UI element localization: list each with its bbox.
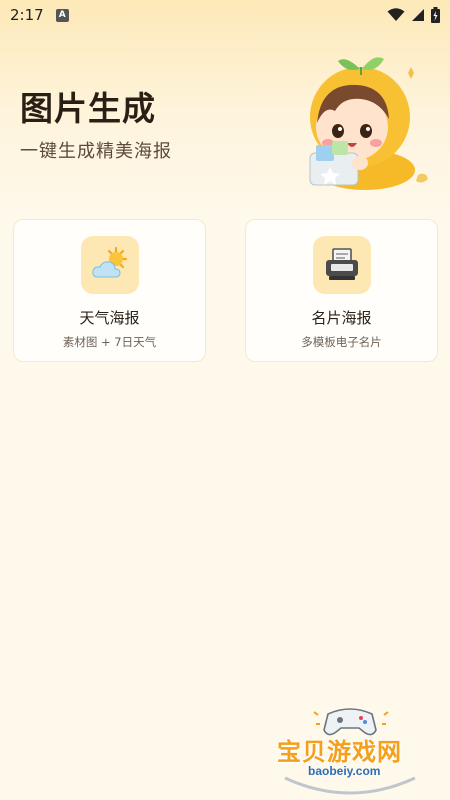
business-card-icon-box bbox=[313, 236, 371, 294]
hero-banner: 图片生成 一键生成精美海报 bbox=[0, 0, 450, 208]
status-bar: 2:17 A bbox=[0, 0, 450, 30]
site-watermark: 宝贝游戏网 baobeiy.com bbox=[270, 700, 430, 795]
business-card-poster-desc: 多模板电子名片 bbox=[301, 335, 382, 349]
watermark-text: 宝贝游戏网 bbox=[277, 738, 402, 766]
weather-poster-desc: 素材图 + 7日天气 bbox=[62, 335, 157, 349]
status-time: 2:17 bbox=[10, 6, 44, 24]
business-card-poster-title: 名片海报 bbox=[311, 309, 372, 327]
notification-a-icon: A bbox=[55, 8, 69, 22]
watermark-url: baobeiy.com bbox=[308, 764, 381, 778]
weather-poster-card[interactable]: 天气海报 素材图 + 7日天气 bbox=[13, 219, 206, 362]
page-title: 图片生成 bbox=[20, 89, 156, 128]
mascot-illustration bbox=[309, 57, 428, 190]
battery-charging-icon bbox=[431, 7, 440, 23]
page-subtitle: 一键生成精美海报 bbox=[20, 141, 172, 162]
wifi-icon bbox=[387, 8, 405, 21]
weather-sun-cloud-icon bbox=[92, 246, 128, 278]
business-card-poster-card[interactable]: 名片海报 多模板电子名片 bbox=[245, 219, 438, 362]
card-printer-icon bbox=[326, 248, 358, 280]
signal-icon bbox=[412, 9, 424, 21]
weather-icon-box bbox=[81, 236, 139, 294]
weather-poster-title: 天气海报 bbox=[79, 309, 140, 327]
